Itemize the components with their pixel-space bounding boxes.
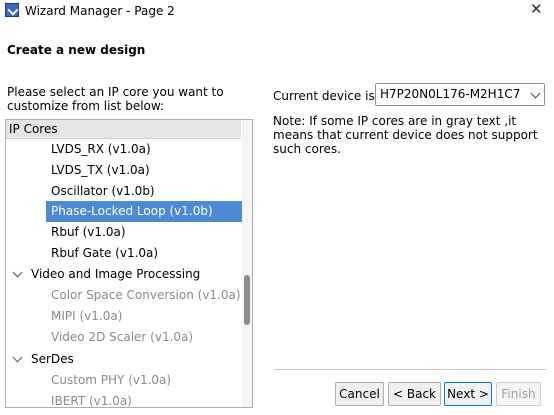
chevron-down-icon[interactable] bbox=[12, 267, 23, 278]
device-select-value: H7P20N0L176-M2H1C7 bbox=[380, 87, 521, 101]
title-bar: Wizard Manager - Page 2 ✕ bbox=[0, 0, 554, 22]
tree-item-rbuf[interactable]: Rbuf (v1.0a) bbox=[48, 222, 132, 243]
tree-item-video-2d-scaler[interactable]: Video 2D Scaler (v1.0a) bbox=[48, 327, 199, 348]
ip-core-tree[interactable]: IP Cores LVDS_RX (v1.0a) LVDS_TX (v1.0a)… bbox=[5, 119, 253, 408]
instructions-text: Please select an IP core you want to cus… bbox=[7, 85, 224, 113]
tree-item-lvds-tx[interactable]: LVDS_TX (v1.0a) bbox=[48, 160, 156, 181]
tree-item-rbuf-gate[interactable]: Rbuf Gate (v1.0a) bbox=[48, 243, 164, 264]
tree-item-lvds-rx[interactable]: LVDS_RX (v1.0a) bbox=[48, 139, 157, 160]
wizard-app-icon bbox=[5, 3, 19, 17]
window-title: Wizard Manager - Page 2 bbox=[25, 4, 175, 18]
tree-header-ip-cores[interactable]: IP Cores bbox=[6, 120, 241, 139]
next-button[interactable]: Next > bbox=[444, 382, 492, 406]
tree-item-color-space-conversion[interactable]: Color Space Conversion (v1.0a) bbox=[48, 285, 247, 306]
tree-item-custom-phy[interactable]: Custom PHY (v1.0a) bbox=[48, 370, 177, 391]
tree-category-video[interactable]: Video and Image Processing bbox=[31, 264, 200, 285]
support-note: Note: If some IP cores are in gray text … bbox=[273, 114, 538, 156]
chevron-down-icon bbox=[530, 88, 541, 99]
back-button[interactable]: < Back bbox=[388, 382, 441, 406]
button-divider bbox=[274, 369, 546, 370]
tree-scrollbar[interactable] bbox=[242, 120, 252, 407]
tree-item-phase-locked-loop[interactable]: Phase-Locked Loop (v1.0b) bbox=[46, 201, 244, 222]
device-select[interactable]: H7P20N0L176-M2H1C7 bbox=[375, 83, 545, 106]
tree-item-oscillator[interactable]: Oscillator (v1.0b) bbox=[48, 181, 161, 202]
page-heading: Create a new design bbox=[7, 43, 146, 57]
scrollbar-thumb[interactable] bbox=[244, 275, 250, 325]
chevron-down-icon[interactable] bbox=[12, 352, 23, 363]
tree-category-serdes[interactable]: SerDes bbox=[31, 349, 74, 370]
current-device-label: Current device is: bbox=[273, 89, 379, 103]
finish-button[interactable]: Finish bbox=[496, 382, 541, 406]
close-icon[interactable]: ✕ bbox=[530, 0, 543, 18]
tree-item-mipi[interactable]: MIPI (v1.0a) bbox=[48, 306, 128, 327]
cancel-button[interactable]: Cancel bbox=[335, 382, 384, 406]
tree-item-ibert[interactable]: IBERT (v1.0a) bbox=[48, 391, 138, 407]
